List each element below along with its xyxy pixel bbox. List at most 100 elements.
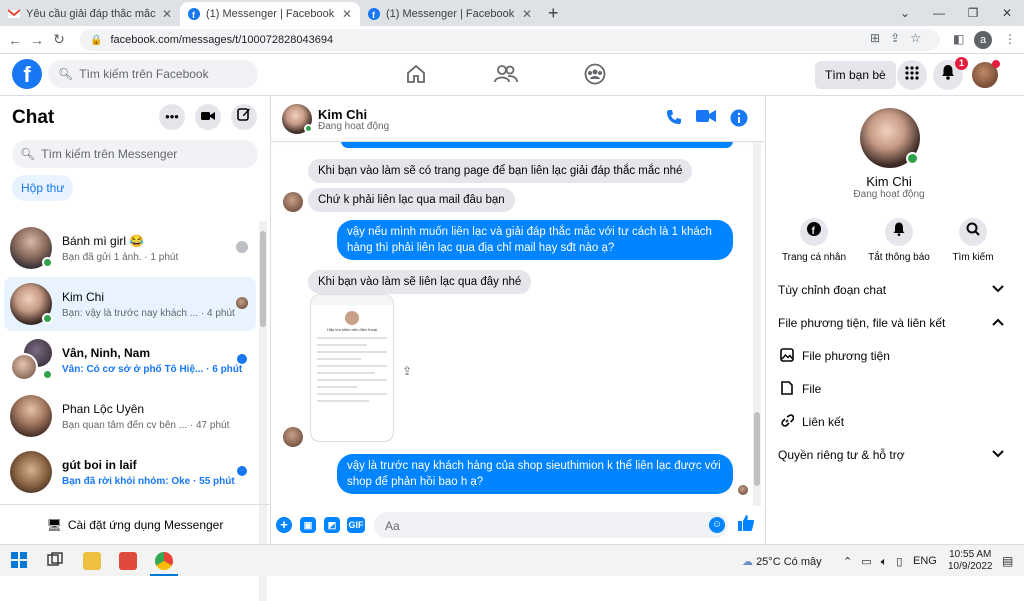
search-action[interactable]: Tìm kiếm [933,218,1013,263]
conversation-header: Kim Chi Đang hoạt động [271,96,765,142]
clock[interactable]: 10:55 AM 10/9/2022 [948,549,993,573]
chrome-icon[interactable] [155,552,173,570]
phone-call-icon[interactable] [664,109,684,129]
groups-icon[interactable] [583,63,607,87]
battery-icon[interactable]: ▯ [896,556,902,568]
message-bubble-partial [341,142,733,148]
gif-icon[interactable]: GIF [347,517,365,533]
contact-avatar[interactable] [282,104,313,134]
message-bubble-incoming[interactable]: Khi bạn vào làm sẽ có trang page để bạn … [308,159,693,183]
browser-tab-messenger-active[interactable]: f (1) Messenger | Facebook ✕ [180,2,360,26]
close-tab-icon[interactable]: ✕ [522,7,532,21]
info-icon[interactable] [729,109,749,129]
task-view-icon[interactable] [47,552,65,570]
action-label: Trang cá nhân [781,252,847,263]
messages-scrollbar[interactable] [753,142,761,506]
screenshot-line [317,386,357,388]
like-thumb-icon[interactable] [737,514,755,537]
back-icon[interactable]: ← [4,32,26,48]
install-messenger-button[interactable]: 🖥︎ Cài đặt ứng dụng Messenger [0,504,270,544]
tab-search-icon[interactable]: ⌄ [888,6,922,20]
conversation-item-selected[interactable]: Kim Chi Bạn: vậy là trước nay khách ... … [4,277,256,331]
menu-grid-icon[interactable] [897,60,927,90]
lock-icon[interactable]: 🔒 [90,35,102,46]
browser-profile-avatar[interactable]: a [974,31,992,49]
online-indicator [42,313,53,324]
media-row[interactable]: File phương tiện [778,343,1004,369]
emoji-icon[interactable]: ☺ [709,517,725,533]
preview-text: Bạn đã gửi 1 ảnh. [62,251,142,263]
url-text: facebook.com/messages/t/100072828043694 [110,34,334,46]
profile-action[interactable]: f Trang cá nhân [774,218,854,263]
more-options-icon[interactable]: ••• [159,104,185,130]
file-explorer-icon[interactable] [83,552,101,570]
facebook-logo-icon[interactable]: f [12,59,42,89]
conversation-item[interactable]: gút boi in laif Bạn đã rời khỏi nhóm: Ok… [4,445,256,499]
reload-icon[interactable]: ↻ [48,31,70,48]
notification-center-icon[interactable]: ▤ [1002,554,1013,568]
message-bubble-incoming[interactable]: Chứ k phải liên lạc qua mail đâu bạn [308,188,515,212]
browser-tab-messenger[interactable]: f (1) Messenger | Facebook ✕ [360,2,540,26]
share-icon[interactable]: ⇪ [890,31,900,45]
conversation-item[interactable]: Vân, Ninh, Nam Vân: Có cơ sở ở phố Tô Hi… [4,333,256,387]
home-icon[interactable] [404,63,428,87]
conversation-item[interactable]: Bánh mì girl 😂 Bạn đã gửi 1 ảnh. · 1 phú… [4,221,256,275]
close-window-button[interactable]: ✕ [990,6,1024,20]
group-avatar [10,339,53,381]
conversation-item[interactable]: Phan Lộc Uyên Bạn quan tâm đến cv bên ..… [4,389,256,443]
input-language[interactable]: ENG [913,555,937,567]
volume-icon[interactable]: 🔈︎ [881,556,888,568]
minimize-button[interactable]: — [922,6,956,20]
message-bubble-incoming[interactable]: Khi bạn vào làm sẽ liên lạc qua đây nhé [308,270,532,294]
new-tab-button[interactable]: + [548,3,559,24]
network-icon[interactable]: ▭ [861,556,871,568]
find-friends-button[interactable]: Tìm bạn bè [815,61,896,89]
image-attach-icon[interactable]: ▣ [300,517,316,533]
mute-action[interactable]: Tắt thông báo [859,218,939,263]
conversation-name: Kim Chi [62,289,105,304]
preview-text: Bạn: vậy là trước nay khách ... [62,307,199,319]
inbox-filter-button[interactable]: Hộp thư [12,175,74,201]
contact-avatar-large[interactable] [860,108,920,168]
bookmark-star-icon[interactable]: ☆ [910,31,921,45]
app-icon[interactable] [119,552,137,570]
chevron-up-icon[interactable]: ⌃ [843,556,852,568]
screenshot-line [317,351,387,353]
read-receipt-avatar [738,485,748,495]
screenshot-line [317,344,367,346]
file-row[interactable]: File [778,376,1004,402]
friends-icon[interactable] [494,63,518,87]
message-image-screenshot[interactable]: Hãy tìm kiếm trên điện thoại [310,294,394,442]
message-bubble-outgoing[interactable]: vậy là trước nay khách hàng của shop sie… [337,454,733,494]
facebook-search-input[interactable]: 🔍︎ Tìm kiếm trên Facebook [48,60,258,88]
translate-icon[interactable]: ⊞ [870,31,880,45]
browser-tab-gmail[interactable]: Yêu cầu giải đáp thắc mắc - anht ✕ [0,2,180,26]
contact-name[interactable]: Kim Chi [318,107,367,122]
group-avatar-front [10,353,38,381]
forward-icon[interactable]: → [26,32,48,48]
video-call-icon[interactable] [195,104,221,130]
close-tab-icon[interactable]: ✕ [162,7,172,21]
close-tab-icon[interactable]: ✕ [342,7,352,21]
scrollbar-thumb[interactable] [754,412,760,486]
sticker-icon[interactable]: ◩ [324,517,340,533]
forward-share-icon[interactable]: ⇪ [402,364,412,378]
customize-chat-row[interactable]: Tùy chỉnh đoạn chat [778,277,1004,303]
scrollbar-thumb[interactable] [260,231,266,327]
compose-icon[interactable] [231,104,257,130]
restore-button[interactable]: ❐ [956,6,990,20]
sidebar-toggle-icon[interactable]: ◧ [953,32,964,46]
windows-start-icon[interactable] [11,552,29,570]
media-files-links-row[interactable]: File phương tiện, file và liên kết [778,310,1004,336]
url-bar[interactable]: 🔒 facebook.com/messages/t/10007282804369… [80,29,940,51]
video-call-icon[interactable] [696,109,716,129]
privacy-support-row[interactable]: Quyền riêng tư & hỗ trợ [778,442,1004,468]
message-bubble-outgoing[interactable]: vậy nếu mình muốn liên lạc và giải đáp t… [337,220,733,260]
add-actions-icon[interactable]: + [276,517,292,533]
conversation-preview: Bạn: vậy là trước nay khách ... · 4 phút [62,307,235,319]
browser-menu-icon[interactable]: ⋮ [1004,32,1016,46]
links-row[interactable]: Liên kết [778,409,1004,435]
weather-widget[interactable]: ☁ 25°C Có mây [742,555,822,568]
message-input[interactable]: Aa [374,512,728,538]
messenger-search-input[interactable]: 🔍︎ Tìm kiếm trên Messenger [12,140,258,168]
